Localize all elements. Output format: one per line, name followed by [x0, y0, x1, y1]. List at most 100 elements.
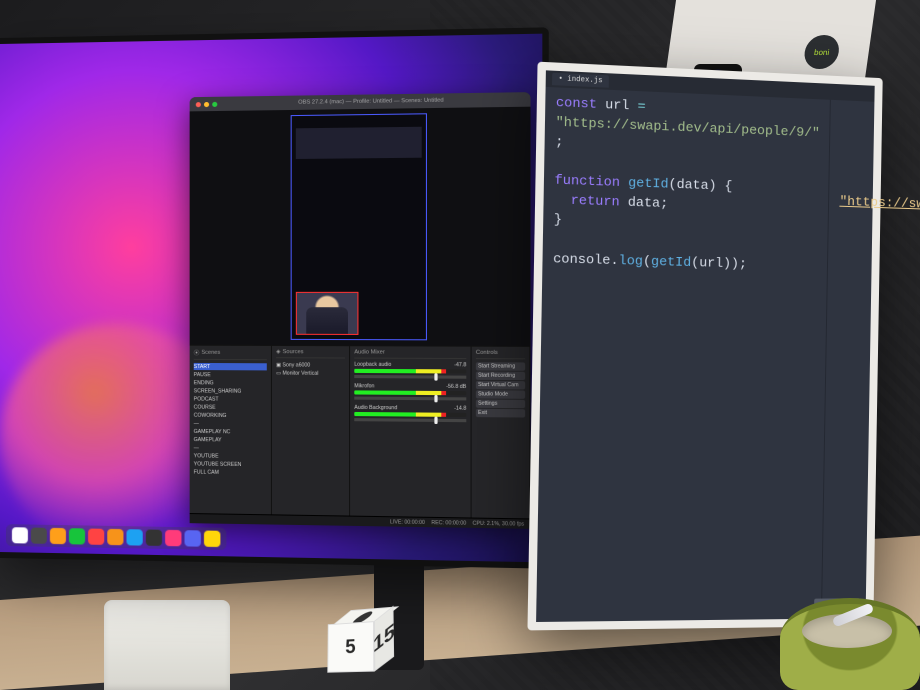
obs-window[interactable]: OBS 27.2.4 (mac) — Profile: Untitled — S… — [190, 92, 531, 529]
vu-meter — [354, 412, 466, 417]
scene-item[interactable]: COURSE — [194, 404, 267, 412]
mixer-header: Audio Mixer — [354, 349, 466, 359]
sources-header: ◈ Sources — [276, 349, 345, 358]
identifier: data — [628, 195, 661, 211]
vu-meter — [354, 369, 466, 374]
status-live: LIVE: 00:00:00 — [390, 519, 425, 526]
dock-app[interactable] — [50, 528, 66, 544]
scene-item[interactable]: PODCAST — [194, 395, 267, 403]
volume-slider[interactable] — [354, 418, 466, 422]
status-rec: REC: 00:00:00 — [431, 519, 466, 526]
start-recording-button[interactable]: Start Recording — [476, 372, 525, 381]
coffee-mug — [780, 598, 920, 690]
dock-app[interactable] — [88, 529, 104, 545]
obs-preview-area[interactable] — [190, 107, 531, 346]
scene-item[interactable]: — — [194, 444, 267, 452]
controls-panel: Controls Start Streaming Start Recording… — [472, 347, 531, 519]
dock-app-finder[interactable] — [12, 527, 28, 543]
source-label: Sony a6000 — [282, 362, 310, 368]
spoon — [832, 602, 875, 627]
volume-slider[interactable] — [354, 375, 466, 379]
scene-item[interactable]: PAUSE — [194, 371, 267, 379]
editor-eval-pane[interactable]: "https://swapi.dev/api/people/9/" — [822, 100, 920, 619]
sources-panel[interactable]: ◈ Sources ▣ Sony a6000 ▭ Monitor Vertica… — [272, 346, 350, 516]
scene-item[interactable]: — — [194, 420, 267, 428]
dock-app[interactable] — [165, 530, 181, 546]
kw-function: function — [554, 173, 620, 191]
dock-app[interactable] — [107, 529, 123, 545]
code-editor-window[interactable]: • index.js const url = "https://swapi.de… — [536, 70, 875, 622]
monitor-left: OBS 27.2.4 (mac) — Profile: Untitled — S… — [0, 27, 549, 568]
macos-dock[interactable] — [6, 524, 227, 550]
dock-app[interactable] — [185, 530, 201, 547]
audio-mixer-panel[interactable]: Audio Mixer Loopback audio -47.8 Mikrofon… — [350, 346, 472, 517]
start-virtualcam-button[interactable]: Start Virtual Cam — [476, 381, 525, 390]
channel-name: Loopback audio — [354, 362, 391, 368]
vu-meter — [354, 390, 466, 395]
source-label: Monitor Vertical — [282, 370, 318, 376]
channel-db: -47.8 — [454, 362, 466, 368]
scene-item[interactable]: COWORKING — [194, 412, 267, 420]
scenes-header-label: Scenes — [201, 350, 220, 356]
status-cpu: CPU: 2.1%, 30.00 fps — [473, 520, 524, 527]
volume-slider[interactable] — [354, 397, 466, 401]
mixer-channel[interactable]: Mikrofon -56.8 dB — [354, 383, 466, 400]
source-editor-preview — [295, 127, 421, 159]
scene-item[interactable]: YOUTUBE — [194, 452, 267, 460]
exit-button[interactable]: Exit — [476, 409, 525, 418]
dock-app[interactable] — [126, 529, 142, 545]
lock-icon: ⦿ — [194, 349, 200, 357]
channel-db: -56.8 dB — [446, 384, 466, 390]
scenes-header: ⦿ Scenes — [194, 349, 267, 360]
scene-item[interactable]: FULL CAM — [194, 468, 267, 476]
operator: = — [637, 98, 645, 114]
window-title: OBS 27.2.4 (mac) — Profile: Untitled — S… — [220, 96, 524, 107]
editor-code-pane[interactable]: const url = "https://swapi.dev/api/peopl… — [536, 87, 831, 622]
controls-header: Controls — [476, 350, 525, 360]
source-item[interactable]: ▣ Sony a6000 — [276, 361, 345, 369]
zoom-icon[interactable] — [212, 101, 217, 106]
monitor-right: • index.js const url = "https://swapi.de… — [527, 62, 882, 631]
speaker-box — [104, 600, 230, 690]
dock-app[interactable] — [204, 531, 220, 548]
start-streaming-button[interactable]: Start Streaming — [476, 362, 525, 371]
identifier: url — [605, 97, 630, 113]
identifier: console — [553, 251, 611, 268]
sources-header-label: Sources — [283, 349, 304, 355]
editor-tab[interactable]: • index.js — [552, 73, 609, 88]
scene-item[interactable]: START — [194, 363, 267, 370]
dock-app[interactable] — [146, 530, 162, 546]
source-item[interactable]: ▭ Monitor Vertical — [276, 369, 345, 377]
obs-canvas[interactable] — [290, 113, 426, 340]
fn-call: getId — [651, 253, 691, 269]
scene-item[interactable]: YOUTUBE SCREEN — [194, 460, 267, 468]
studio-mode-button[interactable]: Studio Mode — [476, 390, 525, 399]
channel-name: Mikrofon — [354, 383, 374, 389]
eye-icon: ◈ — [276, 349, 280, 355]
scene-item[interactable]: GAMEPLAY — [194, 436, 267, 444]
dock-app[interactable] — [69, 528, 85, 544]
mixer-channel[interactable]: Audio Background -14.8 — [354, 405, 466, 422]
punct: ( — [643, 253, 651, 269]
settings-button[interactable]: Settings — [476, 400, 525, 409]
eval-result[interactable]: "https://swapi.dev/api/people/9/" — [839, 194, 920, 217]
fn-name: getId — [628, 175, 669, 192]
param: data — [676, 177, 708, 193]
box-label: boni — [802, 35, 841, 69]
display-icon: ▭ — [276, 370, 281, 376]
scene-item[interactable]: SCREEN_SHARING — [194, 387, 267, 395]
channel-name: Audio Background — [354, 405, 397, 412]
scene-item[interactable]: ENDING — [194, 379, 267, 387]
dock-app[interactable] — [31, 528, 47, 544]
channel-db: -14.8 — [454, 406, 466, 412]
minimize-icon[interactable] — [204, 101, 209, 106]
scene-item[interactable]: GAMEPLAY NC — [194, 428, 267, 436]
close-icon[interactable] — [196, 102, 201, 107]
scenes-panel[interactable]: ⦿ Scenes START PAUSE ENDING SCREEN_SHARI… — [190, 346, 272, 515]
punct: )); — [723, 255, 747, 271]
obs-docks: ⦿ Scenes START PAUSE ENDING SCREEN_SHARI… — [190, 345, 531, 519]
mixer-channel[interactable]: Loopback audio -47.8 — [354, 362, 466, 379]
punct: ; — [555, 134, 564, 150]
camera-icon: ▣ — [276, 362, 281, 368]
source-webcam[interactable] — [295, 292, 358, 335]
